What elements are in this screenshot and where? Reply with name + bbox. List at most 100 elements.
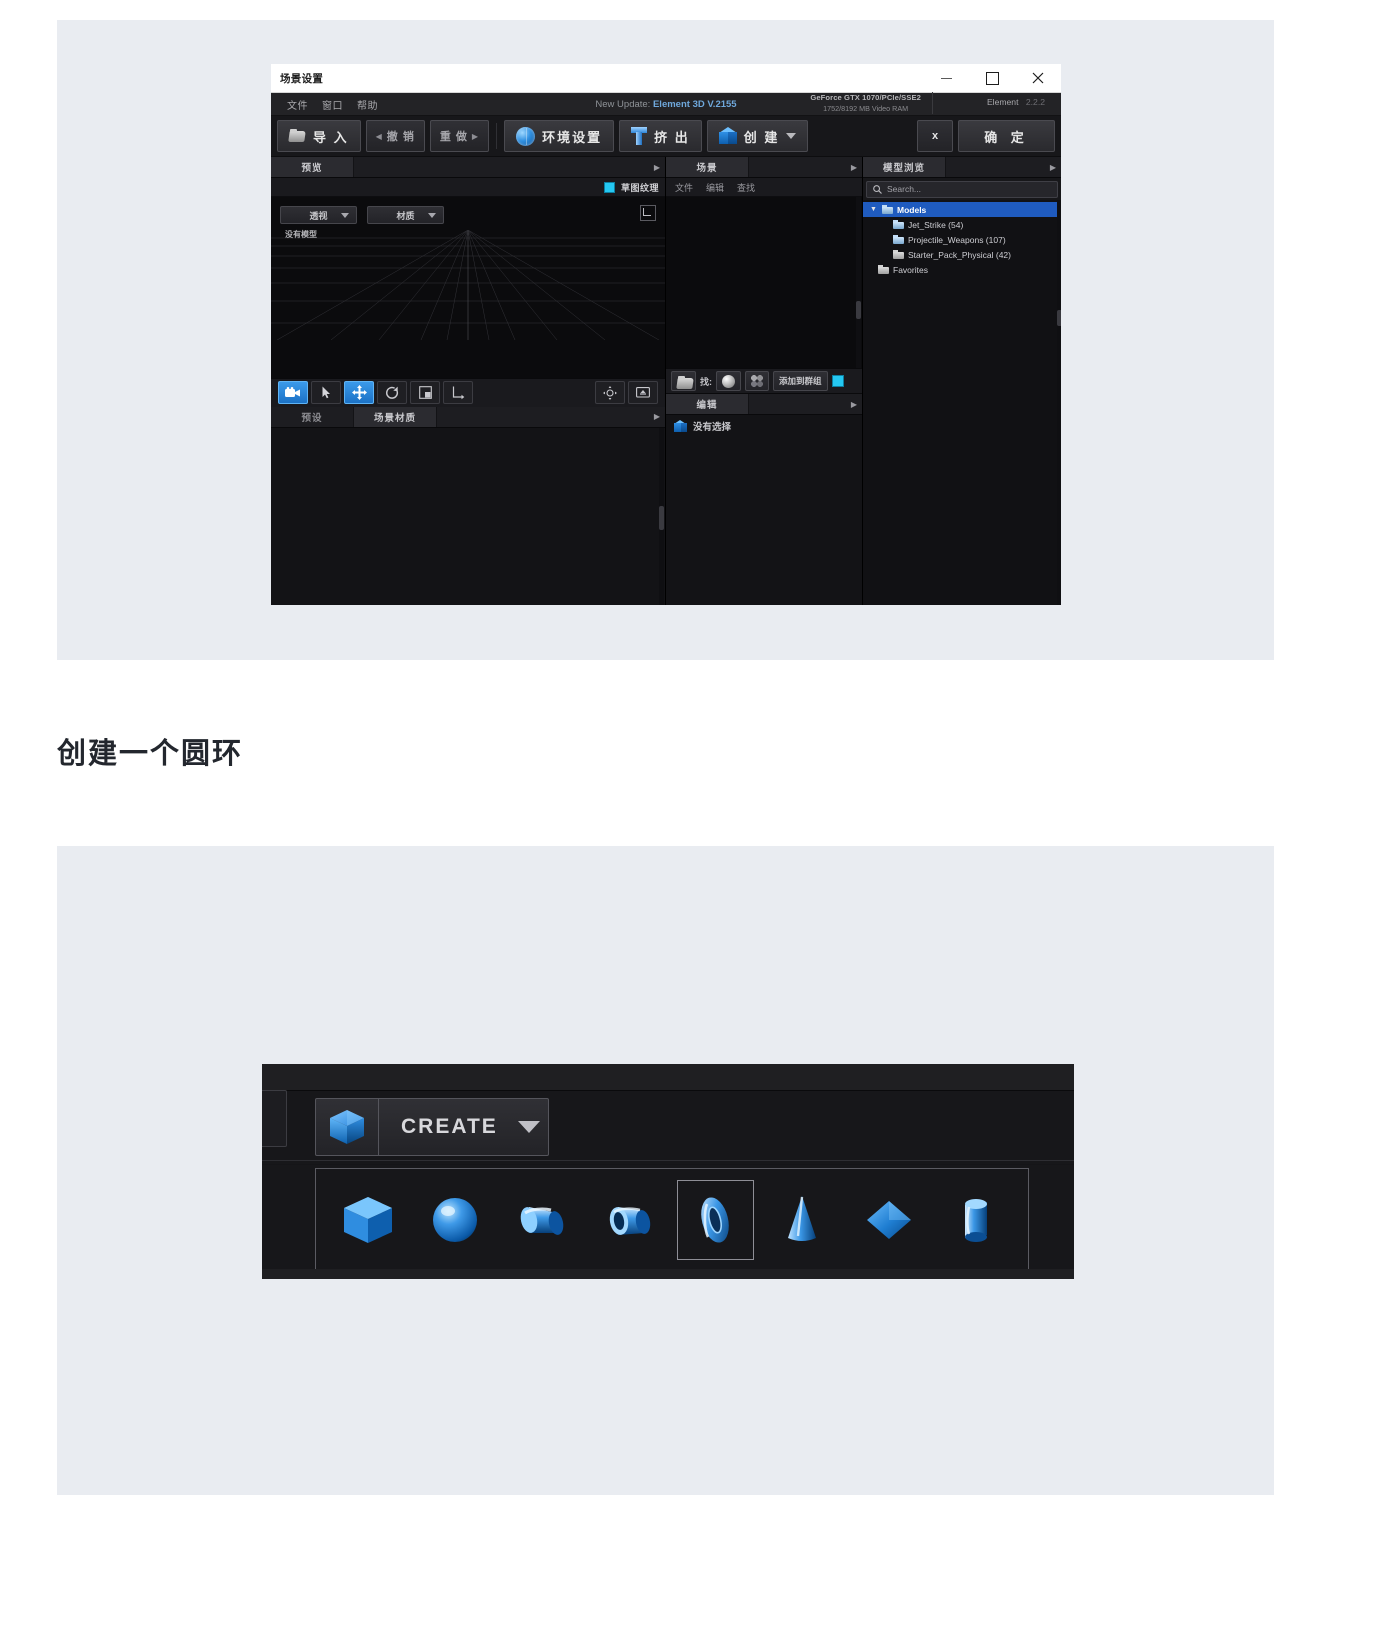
scene-pane: 场景 ▶ 文件 编辑 查找 找: 添加到群组 编辑 ▶ 没有选择 (666, 157, 863, 605)
create-button[interactable]: 创 建 (706, 120, 809, 152)
confirm-button[interactable]: 确 定 (958, 120, 1055, 152)
redo-button[interactable]: 重 做 ▶ (429, 120, 490, 152)
update-notice[interactable]: New Update: Element 3D V.2155 (271, 99, 1061, 110)
shape-cone-cell[interactable] (764, 1180, 841, 1260)
gpu-info: GeForce GTX 1070/PCIe/SSE2 1752/8192 MB … (810, 92, 933, 114)
presets-content[interactable] (271, 427, 665, 605)
import-button[interactable]: 导 入 (277, 120, 361, 152)
shape-tube-cell[interactable] (590, 1180, 667, 1260)
tree-item-label: Starter_Pack_Physical (42) (908, 249, 1011, 260)
tab-scene[interactable]: 场景 (666, 157, 749, 177)
model-tree[interactable]: ▼ Models Jet_Strike (54) Projectile_Weap… (863, 200, 1061, 605)
element-3d-window: 场景设置 文件 窗口 帮助 New Update: Element 3D V.2… (271, 64, 1061, 605)
shape-capsule-cell[interactable] (937, 1180, 1014, 1260)
cube-icon (718, 127, 737, 145)
environment-button[interactable]: 环境设置 (504, 120, 615, 152)
select-tool-button[interactable] (311, 381, 341, 404)
tab-preview[interactable]: 预览 (271, 157, 354, 177)
tree-item-favorites[interactable]: Favorites (863, 262, 1061, 277)
preview-panel-menu-icon[interactable]: ▶ (649, 157, 665, 177)
rotate-tool-button[interactable] (377, 381, 407, 404)
tree-item-label: Projectile_Weapons (107) (908, 234, 1006, 245)
product-version: 2.2.2 (1025, 97, 1045, 107)
sketch-texture-checkbox[interactable] (603, 181, 615, 193)
axis-tool-button[interactable] (443, 381, 473, 404)
scene-menu-edit[interactable]: 编辑 (706, 181, 724, 194)
fit-view-button[interactable] (628, 381, 658, 404)
shape-cylinder-cell[interactable] (504, 1180, 581, 1260)
extrude-button[interactable]: 挤 出 (619, 120, 702, 152)
maximize-button[interactable] (969, 64, 1015, 92)
extrude-label: 挤 出 (654, 129, 690, 145)
scene-bar-checkbox[interactable] (831, 375, 844, 387)
edit-panel-menu-icon[interactable]: ▶ (846, 394, 862, 414)
folder-plus-icon (677, 375, 690, 387)
scale-tool-button[interactable] (410, 381, 440, 404)
scene-menu-file[interactable]: 文件 (675, 181, 693, 194)
shape-plane-cell[interactable] (851, 1180, 928, 1260)
presets-panel-menu-icon[interactable]: ▶ (649, 406, 665, 427)
edit-selection-row: 没有选择 (666, 415, 862, 437)
expand-arrow-icon[interactable]: ▼ (869, 206, 878, 213)
tab-edit[interactable]: 编辑 (666, 394, 749, 414)
model-browser-menu-icon[interactable]: ▶ (1045, 157, 1061, 177)
folder-icon (878, 265, 889, 274)
shape-box-cell[interactable] (330, 1180, 407, 1260)
polygon-preview-button[interactable] (745, 371, 769, 391)
sphere-icon (722, 374, 735, 388)
main-toolbar: 导 入 ◀ 撤 销 重 做 ▶ 环境设置 挤 出 创 建 x 确 定 (271, 116, 1061, 157)
create-button-text-cell: CREATE (379, 1099, 548, 1155)
tree-item-models[interactable]: ▼ Models (863, 202, 1061, 217)
camera-tool-button[interactable] (278, 381, 308, 404)
tab-presets[interactable]: 预设 (271, 406, 354, 427)
shape-torus-cell[interactable] (677, 1179, 754, 1260)
search-icon (873, 184, 882, 194)
create-dropdown-button[interactable]: CREATE (315, 1098, 549, 1156)
create-button-icon-cell (316, 1099, 379, 1155)
presets-scrollbar[interactable] (659, 427, 664, 605)
minimize-button[interactable] (923, 64, 969, 92)
material-preview-button[interactable] (716, 371, 741, 391)
window-title: 场景设置 (280, 72, 324, 85)
plane-shape-icon (866, 1200, 911, 1239)
material-dropdown[interactable]: 材质 (367, 206, 444, 224)
edit-content[interactable] (666, 437, 862, 605)
tree-item-jet-strike[interactable]: Jet_Strike (54) (863, 217, 1061, 232)
tab-model-browser[interactable]: 模型浏览 (863, 157, 946, 177)
scene-panel-menu-icon[interactable]: ▶ (846, 157, 862, 177)
material-value: 材质 (396, 210, 415, 221)
gpu-memory: 1752/8192 MB Video RAM (823, 104, 909, 113)
cancel-label: x (931, 130, 939, 142)
scene-tree-area[interactable] (666, 197, 862, 368)
shape-sphere-cell[interactable] (417, 1180, 494, 1260)
update-version: Element 3D V.2155 (652, 98, 737, 110)
palette-left-stub-button[interactable] (262, 1090, 287, 1147)
move-tool-button[interactable] (344, 381, 374, 404)
undo-button[interactable]: ◀ 撤 销 (365, 120, 425, 152)
shape-palette-tray (315, 1168, 1029, 1271)
menu-window[interactable]: 窗口 (322, 97, 343, 112)
tab-scene-materials[interactable]: 场景材质 (354, 406, 437, 427)
scene-menu-find[interactable]: 查找 (737, 181, 755, 194)
undo-label: 撤 销 (386, 131, 415, 143)
menu-help[interactable]: 帮助 (357, 97, 378, 112)
expand-viewport-icon[interactable] (640, 205, 656, 221)
view-mode-dropdown[interactable]: 透视 (280, 206, 357, 224)
window-titlebar: 场景设置 (271, 64, 1061, 93)
cancel-button[interactable]: x (917, 120, 953, 152)
center-view-button[interactable] (595, 381, 625, 404)
tree-item-starter-pack-physical[interactable]: Starter_Pack_Physical (42) (863, 247, 1061, 262)
folder-icon (893, 250, 904, 259)
model-browser-pane: 模型浏览 ▶ Search... ▼ Models Jet_Strike (54… (863, 157, 1061, 605)
new-group-button[interactable] (671, 371, 696, 391)
search-input[interactable]: Search... (866, 180, 1058, 198)
model-tree-scrollbar[interactable] (1057, 200, 1061, 605)
preview-viewport[interactable]: 透视 材质 没有模型 (271, 197, 665, 378)
menu-file[interactable]: 文件 (287, 97, 308, 112)
close-button[interactable] (1015, 64, 1061, 92)
add-to-group-button[interactable]: 添加到群组 (773, 371, 828, 391)
scene-scrollbar[interactable] (856, 197, 861, 368)
tree-item-projectile-weapons[interactable]: Projectile_Weapons (107) (863, 232, 1061, 247)
search-placeholder: Search... (887, 184, 922, 194)
tree-item-label: Jet_Strike (54) (908, 219, 964, 230)
